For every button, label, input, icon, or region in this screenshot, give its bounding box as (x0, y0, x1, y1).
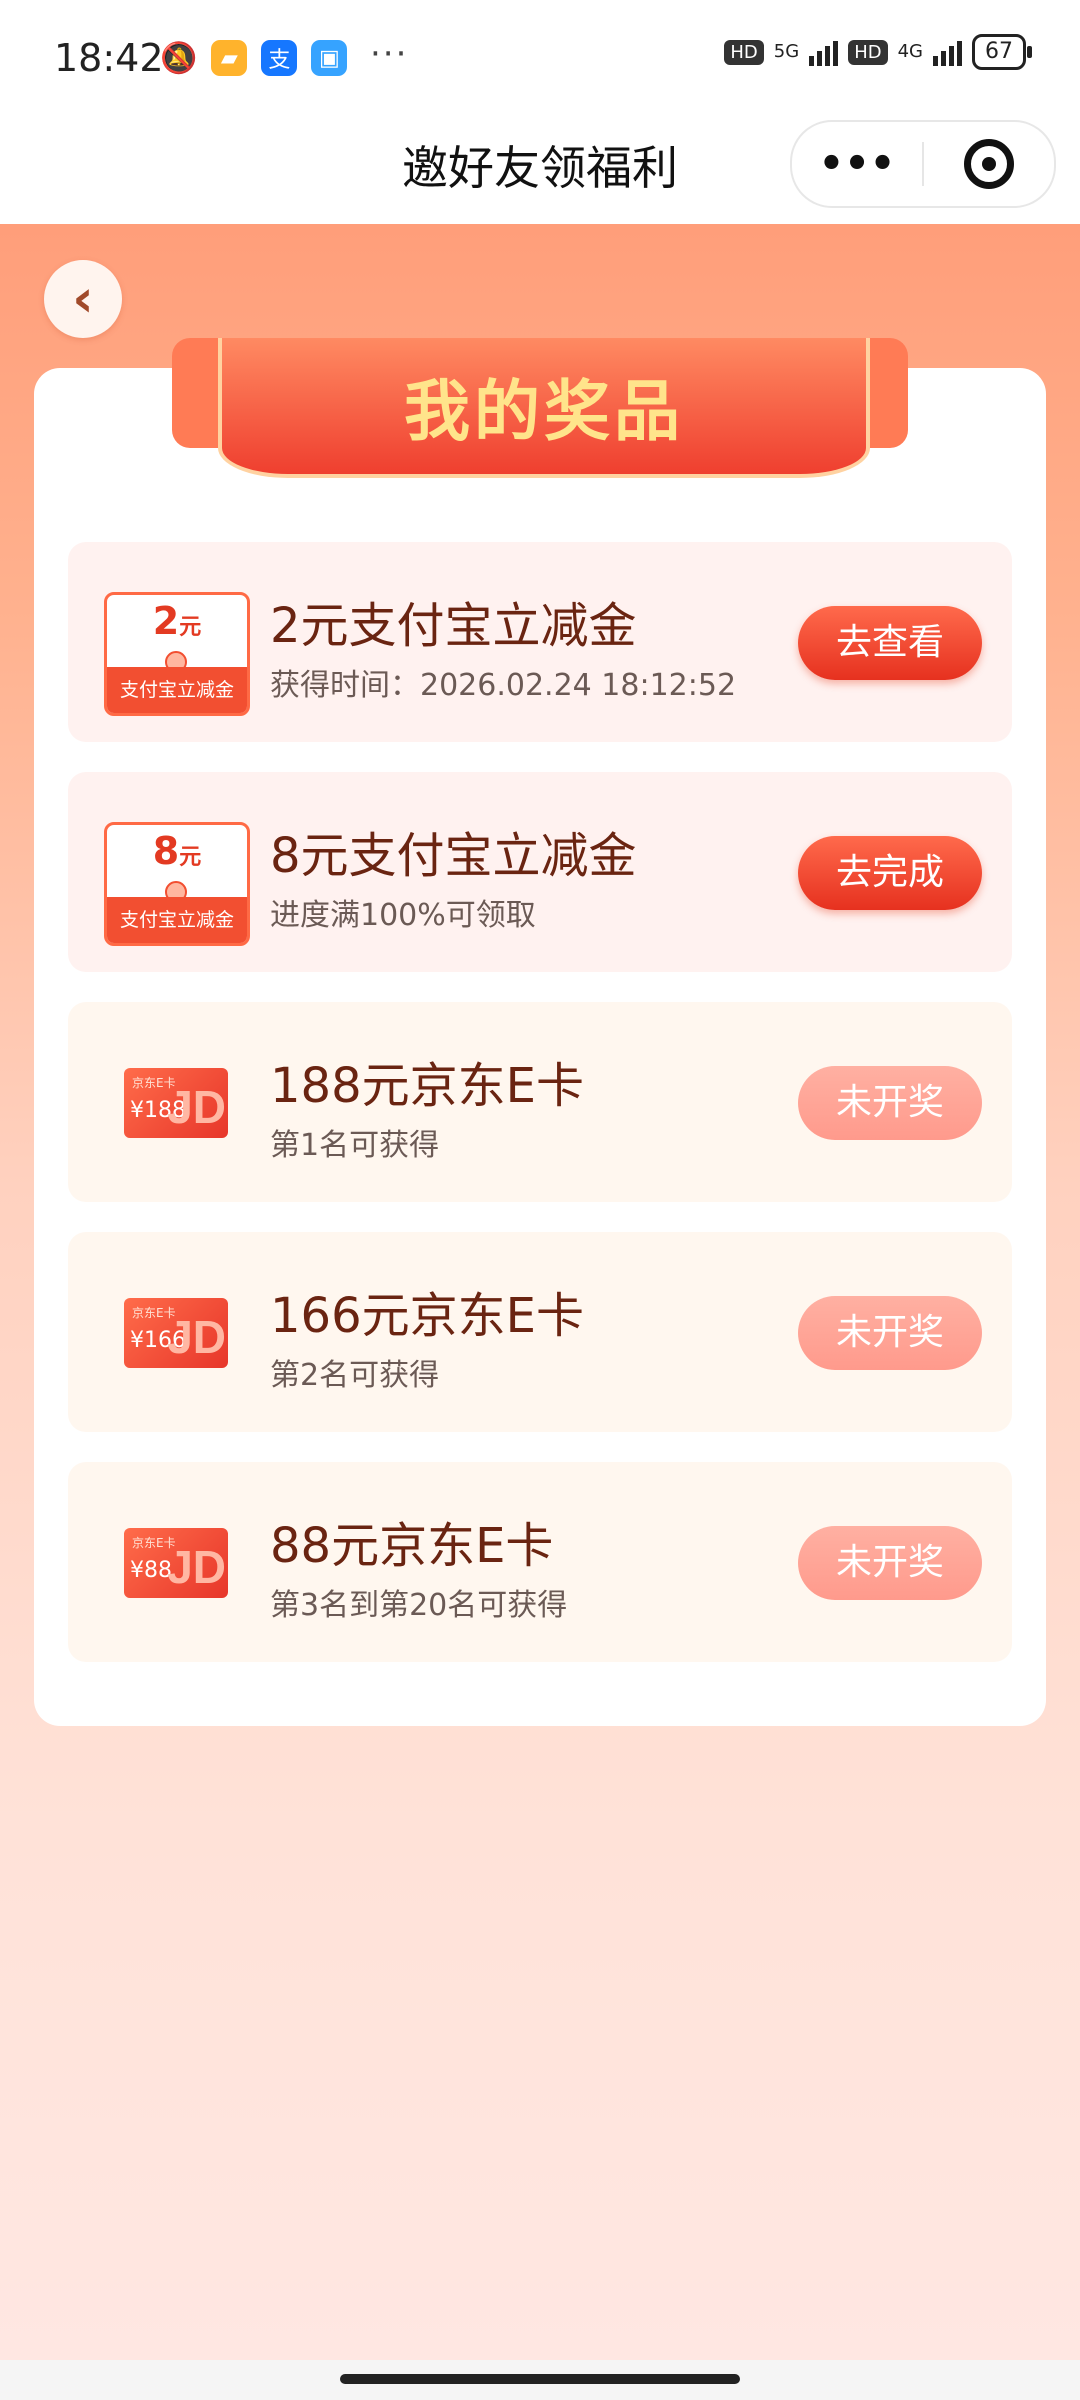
complete-button[interactable]: 去完成 (798, 836, 982, 910)
more-notifications-icon: ··· (370, 34, 409, 74)
not-drawn-button[interactable]: 未开奖 (798, 1296, 982, 1370)
system-indicators: HD 5G HD 4G 67 (724, 34, 1032, 70)
list-item: 京东E卡 ¥188 JD 188元京东E卡 第1名可获得 未开奖 (68, 1002, 1012, 1202)
network-label-4g: 4G (897, 41, 923, 62)
status-time: 18:42 (54, 36, 164, 80)
target-icon (964, 139, 1014, 189)
alipay-app-icon: 支 (261, 40, 298, 76)
hd-badge-2: HD (848, 39, 888, 65)
signal-icon (809, 38, 839, 66)
notes-app-icon: ▰ (211, 40, 248, 76)
signal-icon-2 (933, 38, 962, 66)
not-drawn-button[interactable]: 未开奖 (798, 1526, 982, 1600)
hd-badge: HD (724, 39, 764, 65)
back-button[interactable]: ‹ (44, 260, 122, 338)
jd-ecard-icon: 京东E卡 ¥166 JD (124, 1298, 228, 1368)
prize-subtitle: 第3名到第20名可获得 (270, 1588, 568, 1623)
chevron-left-icon: ‹ (72, 269, 94, 329)
prize-name: 88元京东E卡 (270, 1518, 554, 1574)
prize-name: 2元支付宝立减金 (270, 598, 637, 654)
home-indicator[interactable] (340, 2374, 740, 2384)
network-label-5g: 5G (773, 41, 800, 62)
prize-name: 188元京东E卡 (270, 1058, 584, 1114)
wallet-app-icon: ▣ (311, 40, 348, 76)
jd-ecard-icon: 京东E卡 ¥88 JD (124, 1528, 228, 1598)
not-drawn-button[interactable]: 未开奖 (798, 1066, 982, 1140)
prize-subtitle: 第2名可获得 (270, 1358, 440, 1393)
mute-bell-icon: 🔕 (160, 40, 198, 76)
close-miniapp-button[interactable] (924, 139, 1054, 189)
miniapp-capsule: ••• (790, 120, 1056, 208)
prize-name: 8元支付宝立减金 (270, 828, 637, 884)
status-bar: 18:42 🔕 ▰ 支 ▣ ··· HD 5G HD 4G 67 (0, 0, 1080, 120)
panel-title: 我的奖品 (404, 373, 684, 450)
prize-subtitle: 进度满100%可领取 (270, 898, 536, 933)
panel-ribbon: 我的奖品 (218, 338, 870, 478)
list-item: 京东E卡 ¥166 JD 166元京东E卡 第2名可获得 未开奖 (68, 1232, 1012, 1432)
jd-ecard-icon: 京东E卡 ¥188 JD (124, 1068, 228, 1138)
view-button[interactable]: 去查看 (798, 606, 982, 680)
title-bar: 邀好友领福利 ••• (0, 120, 1080, 224)
alipay-coupon-icon: 8元 支付宝立减金 (104, 822, 250, 946)
alipay-coupon-icon: 2元 支付宝立减金 (104, 592, 250, 716)
notification-icons: 🔕 ▰ 支 ▣ (160, 40, 348, 76)
list-item: 8元 支付宝立减金 8元支付宝立减金 进度满100%可领取 去完成 (68, 772, 1012, 972)
prize-name: 166元京东E卡 (270, 1288, 584, 1344)
prize-subtitle: 获得时间：2026.02.24 18:12:52 (270, 668, 737, 703)
list-item: 2元 支付宝立减金 2元支付宝立减金 获得时间：2026.02.24 18:12… (68, 542, 1012, 742)
more-options-icon[interactable]: ••• (792, 141, 922, 187)
battery-icon: 67 (972, 34, 1032, 70)
list-item: 京东E卡 ¥88 JD 88元京东E卡 第3名到第20名可获得 未开奖 (68, 1462, 1012, 1662)
prize-subtitle: 第1名可获得 (270, 1128, 440, 1163)
